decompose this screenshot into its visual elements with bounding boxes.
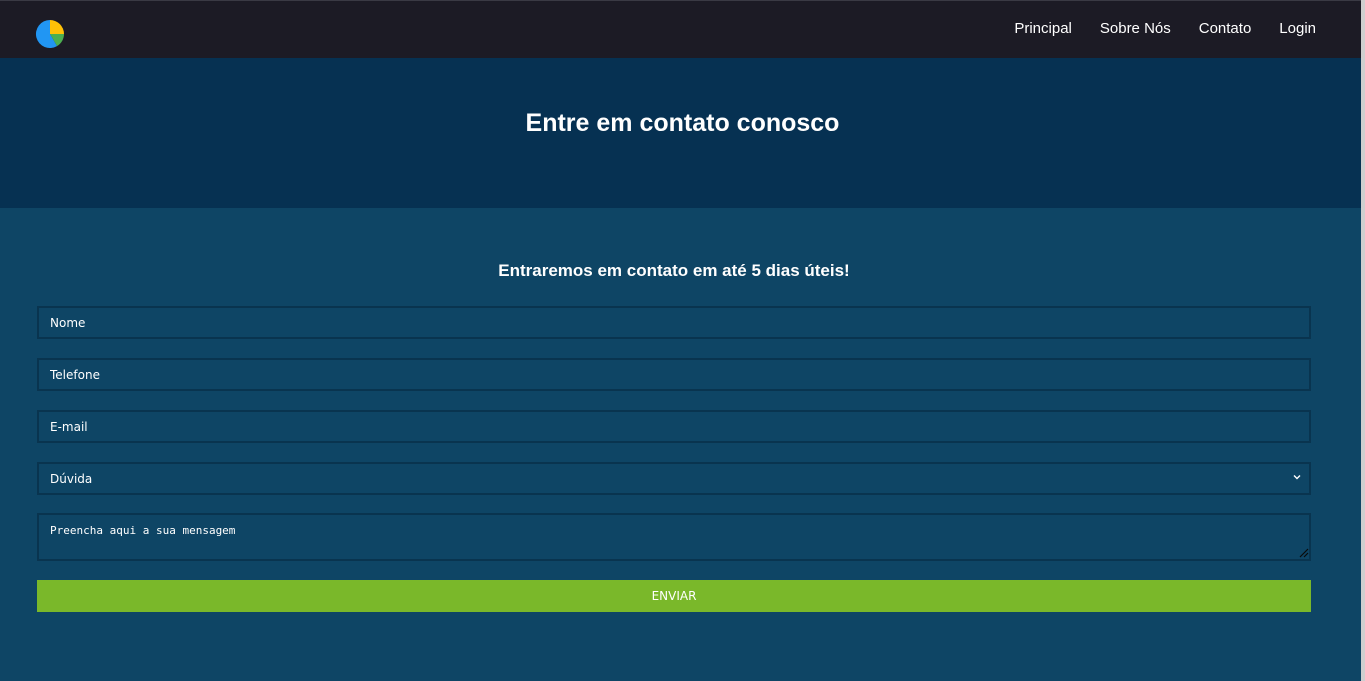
nav-links: Principal Sobre Nós Contato Login (986, 19, 1316, 39)
submit-button[interactable]: ENVIAR (37, 580, 1311, 612)
name-input[interactable] (37, 306, 1311, 339)
scrollbar-thumb[interactable] (1361, 0, 1365, 681)
subject-select[interactable]: Dúvida (37, 462, 1311, 495)
subject-select-wrapper: Dúvida (37, 462, 1311, 495)
nav-link-login[interactable]: Login (1279, 19, 1316, 39)
nav-link-contato[interactable]: Contato (1199, 19, 1252, 39)
navbar: Principal Sobre Nós Contato Login (0, 0, 1365, 58)
pie-chart-icon[interactable] (35, 19, 65, 49)
resize-handle-icon[interactable] (1297, 546, 1309, 558)
form-subtitle: Entraremos em contato em até 5 dias útei… (498, 261, 850, 280)
message-textarea[interactable] (37, 513, 1311, 561)
page-title: Entre em contato conosco (525, 109, 840, 137)
nav-link-principal[interactable]: Principal (1014, 19, 1072, 39)
phone-input[interactable] (37, 358, 1311, 391)
scrollbar[interactable] (1361, 0, 1365, 681)
nav-link-sobre-nos[interactable]: Sobre Nós (1100, 19, 1171, 39)
email-input[interactable] (37, 410, 1311, 443)
